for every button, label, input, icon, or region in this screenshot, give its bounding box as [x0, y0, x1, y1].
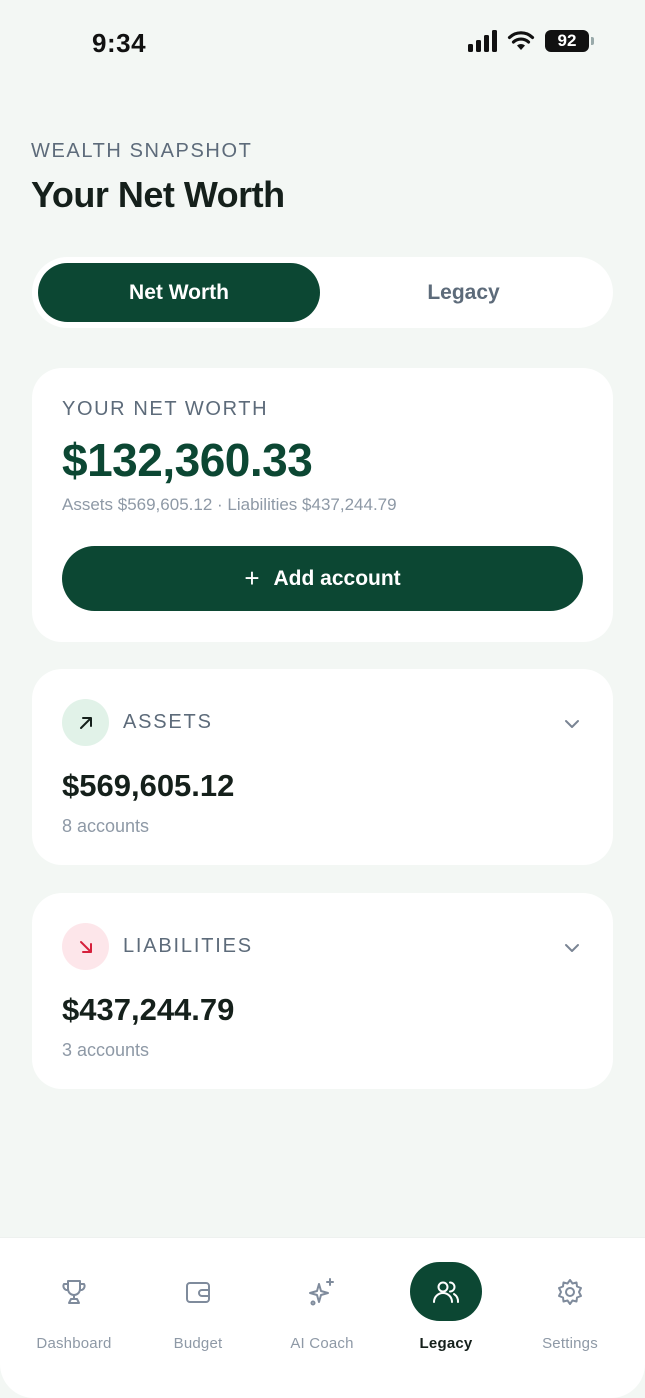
assets-count: 8 accounts [62, 816, 150, 836]
liabilities-header: LIABILITIES [62, 923, 583, 970]
view-toggle: Net Worth Legacy [32, 257, 613, 328]
nav-label-settings: Settings [542, 1335, 598, 1352]
add-account-button[interactable]: + Add account [62, 546, 583, 611]
wallet-icon [162, 1262, 234, 1321]
gear-icon [534, 1262, 606, 1321]
add-account-label: Add account [273, 566, 401, 590]
nav-item-dashboard[interactable]: Dashboard [12, 1262, 136, 1352]
page-title: Your Net Worth [31, 174, 285, 215]
nav-label-dashboard: Dashboard [36, 1335, 112, 1352]
nav-item-ai-coach[interactable]: AI Coach [260, 1262, 384, 1352]
net-worth-value: $132,360.33 [62, 434, 313, 486]
chevron-down-icon[interactable] [563, 939, 581, 957]
net-worth-breakdown: Assets $569,605.12 · Liabilities $437,24… [62, 495, 397, 514]
plus-icon: + [244, 563, 260, 593]
nav-item-settings[interactable]: Settings [508, 1262, 632, 1352]
signal-icon [468, 30, 497, 52]
liabilities-card[interactable]: LIABILITIES $437,244.79 3 accounts [32, 893, 613, 1089]
nav-item-budget[interactable]: Budget [136, 1262, 260, 1352]
chevron-down-icon[interactable] [563, 715, 581, 733]
net-worth-label: YOUR NET WORTH [62, 398, 269, 420]
assets-title: ASSETS [123, 711, 213, 733]
liabilities-value: $437,244.79 [62, 992, 235, 1027]
liabilities-count: 3 accounts [62, 1040, 150, 1060]
nav-label-budget: Budget [173, 1335, 223, 1352]
status-time: 9:34 [92, 28, 147, 58]
app-screen: 9:34 92 WEALTH SNAPSHOT Your Net Worth N… [0, 0, 645, 1398]
wifi-icon [507, 31, 535, 50]
nav-label-ai-coach: AI Coach [290, 1335, 354, 1352]
tab-legacy[interactable]: Legacy [320, 263, 607, 322]
liabilities-title: LIABILITIES [123, 935, 253, 957]
bottom-nav: Dashboard Budget AI Coach Legacy Setting… [0, 1237, 645, 1398]
trophy-icon [38, 1262, 110, 1321]
status-icons: 92 [468, 30, 594, 52]
sparkles-icon [286, 1262, 358, 1321]
nav-label-legacy: Legacy [419, 1335, 473, 1352]
battery-icon: 92 [545, 30, 594, 52]
assets-card[interactable]: ASSETS $569,605.12 8 accounts [32, 669, 613, 865]
nav-item-legacy[interactable]: Legacy [384, 1262, 508, 1352]
arrow-down-right-icon [62, 923, 109, 970]
assets-value: $569,605.12 [62, 768, 235, 803]
users-icon [410, 1262, 482, 1321]
arrow-up-right-icon [62, 699, 109, 746]
net-worth-card: YOUR NET WORTH $132,360.33 Assets $569,6… [32, 368, 613, 642]
page-eyebrow: WEALTH SNAPSHOT [31, 140, 253, 162]
tab-net-worth[interactable]: Net Worth [38, 263, 320, 322]
assets-header: ASSETS [62, 699, 583, 746]
